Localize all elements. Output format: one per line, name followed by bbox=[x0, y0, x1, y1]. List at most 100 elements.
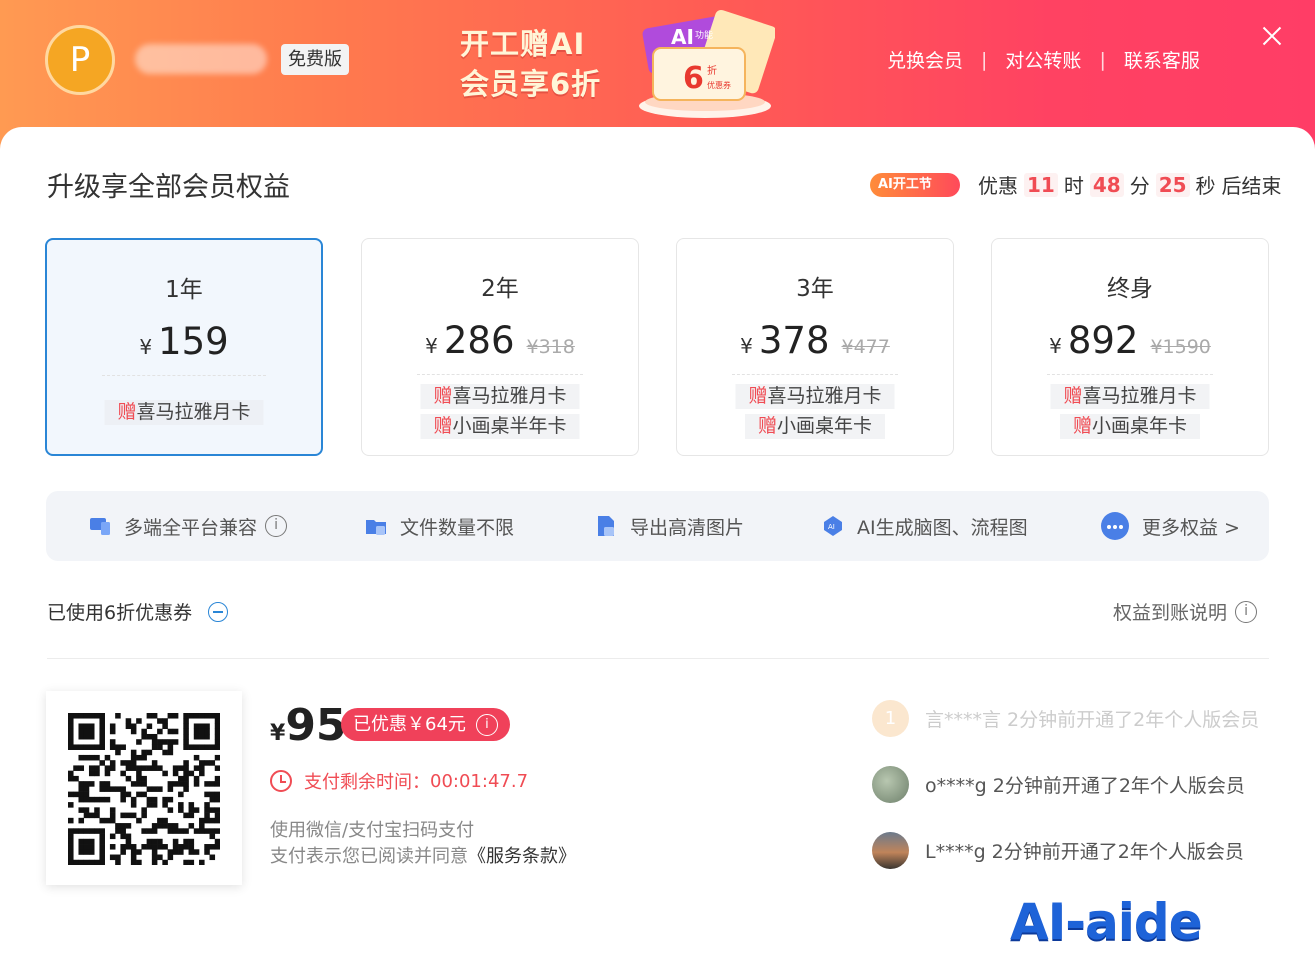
plan-price: 286 bbox=[443, 319, 515, 362]
ticket-coupon-label: 优惠券 bbox=[707, 80, 731, 90]
currency-symbol: ¥ bbox=[425, 334, 438, 358]
benefit-label: AI生成脑图、流程图 bbox=[857, 516, 1028, 539]
benefits-bar: 多端全平台兼容 i 文件数量不限 导出高清图片 AI AI生成脑图、流程图 更多… bbox=[46, 491, 1269, 561]
currency-symbol: ¥ bbox=[1049, 334, 1062, 358]
rights-note-label: 权益到账说明 bbox=[1113, 602, 1228, 624]
plan-price-row: ¥ 159 bbox=[47, 320, 321, 363]
benefit-label: 多端全平台兼容 bbox=[124, 516, 258, 539]
collapse-minus-icon[interactable] bbox=[208, 601, 229, 622]
avatar: 1 bbox=[872, 700, 909, 737]
original-price: ¥1590 bbox=[1150, 336, 1211, 358]
gift-text: 小画桌年卡 bbox=[1092, 415, 1188, 437]
plan-gift: 赠喜马拉雅月卡 bbox=[104, 400, 264, 425]
timer-value: 00:01:47.7 bbox=[430, 770, 529, 792]
purchase-feed-item: 1 言****言 2分钟前开通了2年个人版会员 bbox=[872, 700, 1259, 737]
plan-gift: 赠喜马拉雅月卡 bbox=[735, 384, 895, 409]
section-divider bbox=[47, 658, 1269, 659]
corporate-transfer-link[interactable]: 对公转账 bbox=[1005, 46, 1081, 73]
countdown-minutes-unit: 分 bbox=[1129, 174, 1150, 198]
original-price: ¥318 bbox=[526, 336, 575, 358]
ticket-discount-num: 6 bbox=[683, 61, 704, 96]
watermark-logo: AI-aide bbox=[1010, 893, 1203, 951]
plan-price-row: ¥ 378 ¥477 bbox=[677, 319, 953, 362]
ai-festival-tag: AI开工节 bbox=[870, 172, 960, 197]
plan-gift: 赠小画桌年卡 bbox=[744, 414, 886, 439]
rights-note-link[interactable]: 权益到账说明 i bbox=[1113, 598, 1258, 625]
plan-gift: 赠小画桌半年卡 bbox=[420, 414, 580, 439]
image-file-icon bbox=[598, 516, 614, 536]
contact-support-link[interactable]: 联系客服 bbox=[1124, 46, 1200, 73]
plan-price: 378 bbox=[758, 319, 830, 362]
benefit-more[interactable]: 更多权益 > bbox=[1100, 491, 1240, 561]
gift-mark: 赠 bbox=[757, 415, 777, 437]
benefit-label: 文件数量不限 bbox=[400, 516, 515, 539]
benefit-hd-export: 导出高清图片 bbox=[594, 491, 744, 561]
ticket-tag: AI bbox=[671, 25, 694, 49]
gift-text: 喜马拉雅月卡 bbox=[767, 385, 882, 407]
ai-icon: AI bbox=[824, 516, 842, 536]
countdown-seconds: 25 bbox=[1155, 172, 1190, 197]
coupon-used-label: 已使用6折优惠券 bbox=[47, 602, 193, 624]
qr-code-image bbox=[68, 713, 220, 865]
countdown-hours: 11 bbox=[1024, 172, 1058, 197]
plan-card-3-year[interactable]: 3年 ¥ 378 ¥477 赠喜马拉雅月卡 赠小画桌年卡 bbox=[676, 238, 954, 456]
plan-card-lifetime[interactable]: 终身 ¥ 892 ¥1590 赠喜马拉雅月卡 赠小画桌年卡 bbox=[991, 238, 1269, 456]
plan-gift: 赠喜马拉雅月卡 bbox=[420, 384, 580, 409]
plan-price-row: ¥ 892 ¥1590 bbox=[992, 319, 1268, 362]
pay-hint-line-1: 使用微信/支付宝扫码支付 bbox=[270, 820, 475, 841]
promo-countdown: AI开工节 优惠 11 时 48 分 25 秒 后结束 bbox=[870, 170, 1282, 199]
promo-text: 开工赠AI 会员享6折 bbox=[460, 24, 601, 104]
plan-card-1-year[interactable]: 1年 ¥ 159 赠喜马拉雅月卡 bbox=[45, 238, 323, 456]
gift-mark: 赠 bbox=[433, 415, 453, 437]
ticket-discount-unit: 折 bbox=[707, 64, 717, 77]
info-icon[interactable]: i bbox=[475, 713, 498, 736]
header-links: 兑换会员 | 对公转账 | 联系客服 bbox=[887, 46, 1200, 73]
terms-of-service-link[interactable]: 《服务条款》 bbox=[468, 846, 576, 867]
benefit-label: 导出高清图片 bbox=[630, 516, 745, 539]
countdown-hours-unit: 时 bbox=[1063, 174, 1084, 198]
purchase-feed-item: o****g 2分钟前开通了2年个人版会员 bbox=[872, 766, 1245, 803]
folder-icon bbox=[366, 520, 386, 535]
devices-icon bbox=[90, 518, 110, 535]
username-blurred bbox=[135, 44, 267, 74]
redeem-membership-link[interactable]: 兑换会员 bbox=[887, 46, 963, 73]
page-title: 升级享全部会员权益 bbox=[47, 172, 290, 203]
purchase-feed-item: L****g 2分钟前开通了2年个人版会员 bbox=[872, 832, 1244, 869]
link-separator: | bbox=[1099, 48, 1106, 71]
card-divider bbox=[102, 375, 266, 376]
info-icon[interactable]: i bbox=[265, 515, 288, 537]
discount-label: 已优惠￥64元 bbox=[353, 714, 466, 735]
gift-text: 小画桌半年卡 bbox=[452, 415, 567, 437]
feed-text: 言****言 2分钟前开通了2年个人版会员 bbox=[925, 709, 1260, 731]
countdown-suffix: 后结束 bbox=[1221, 174, 1282, 198]
gift-text: 喜马拉雅月卡 bbox=[136, 401, 251, 423]
pay-currency: ¥ bbox=[270, 721, 286, 746]
card-divider bbox=[417, 374, 583, 375]
plan-price: 892 bbox=[1067, 319, 1139, 362]
gift-text: 喜马拉雅月卡 bbox=[452, 385, 567, 407]
card-divider bbox=[1047, 374, 1213, 375]
plan-card-2-year[interactable]: 2年 ¥ 286 ¥318 赠喜马拉雅月卡 赠小画桌半年卡 bbox=[361, 238, 639, 456]
discount-badge: 已优惠￥64元 i bbox=[341, 708, 510, 741]
original-price: ¥477 bbox=[841, 336, 890, 358]
coupon-used-row: 已使用6折优惠券 bbox=[47, 598, 229, 625]
payment-qr-code bbox=[46, 691, 242, 885]
gift-mark: 赠 bbox=[748, 385, 768, 407]
avatar[interactable]: P bbox=[45, 25, 115, 95]
card-divider bbox=[732, 374, 898, 375]
plan-period: 1年 bbox=[165, 277, 203, 303]
plan-period: 终身 bbox=[1107, 276, 1153, 302]
close-icon[interactable] bbox=[1258, 22, 1286, 50]
plan-period: 3年 bbox=[796, 276, 834, 302]
currency-symbol: ¥ bbox=[740, 334, 753, 358]
clock-icon bbox=[270, 770, 292, 792]
avatar bbox=[872, 766, 909, 803]
pay-hint-prefix: 支付表示您已阅读并同意 bbox=[270, 846, 468, 867]
gift-mark: 赠 bbox=[117, 401, 137, 423]
benefit-unlimited-files: 文件数量不限 bbox=[364, 491, 514, 561]
more-icon bbox=[1101, 512, 1129, 540]
plan-price-row: ¥ 286 ¥318 bbox=[362, 319, 638, 362]
link-separator: | bbox=[981, 48, 988, 71]
info-icon[interactable]: i bbox=[1235, 600, 1258, 623]
pay-hint-line-2: 支付表示您已阅读并同意《服务条款》 bbox=[270, 844, 576, 870]
